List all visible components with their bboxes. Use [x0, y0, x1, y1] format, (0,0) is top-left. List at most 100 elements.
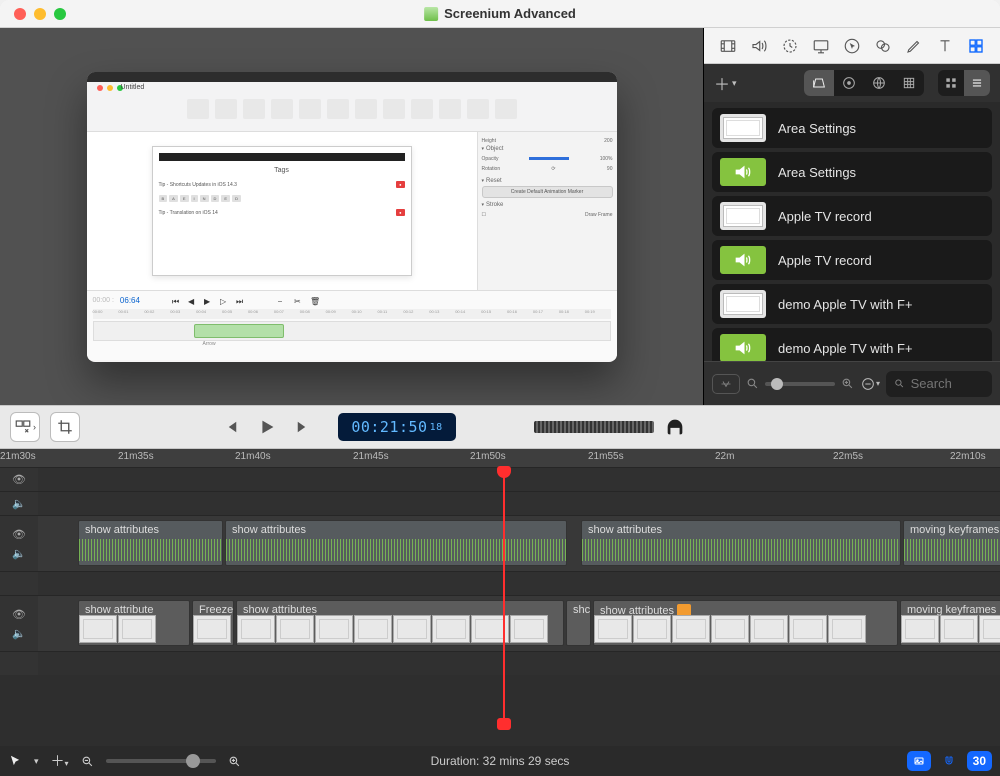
- search-input[interactable]: [911, 376, 984, 391]
- crop-button[interactable]: [50, 412, 80, 442]
- ruler-tick: 21m40s: [235, 451, 271, 462]
- tab-timer-icon[interactable]: [778, 35, 802, 57]
- audio-thumb-icon: [720, 334, 766, 361]
- zoom-in-icon: [841, 377, 854, 390]
- eye-icon[interactable]: 👁: [12, 528, 26, 541]
- ruler-tick: 21m35s: [118, 451, 154, 462]
- timeline-clip[interactable]: show attributes: [78, 520, 223, 566]
- minimize-button[interactable]: [34, 8, 46, 20]
- search-field[interactable]: [886, 371, 992, 397]
- media-item-label: Apple TV record: [778, 209, 872, 224]
- timeline[interactable]: 21m30s 21m35s 21m40s 21m45s 21m50s 21m55s 22m 2…: [0, 449, 1000, 746]
- grid-view-icon[interactable]: [938, 70, 964, 96]
- timeline-clip[interactable]: show attribute: [78, 600, 190, 646]
- fps-badge[interactable]: 30: [967, 751, 992, 771]
- zoom-button[interactable]: [54, 8, 66, 20]
- speaker-icon[interactable]: 🔈: [12, 547, 26, 560]
- media-item[interactable]: demo Apple TV with F+: [712, 284, 992, 324]
- seg-grid-icon[interactable]: [894, 70, 924, 96]
- preview-page-title: Tags: [159, 167, 405, 174]
- play-button[interactable]: [256, 416, 278, 438]
- video-thumb-icon: [720, 114, 766, 142]
- clip-label: moving keyframes: [910, 524, 999, 536]
- audio-track[interactable]: 👁 🔈 show attributes show attributes show at…: [0, 515, 1000, 571]
- window-controls: [14, 8, 66, 20]
- video-thumb-icon: [720, 202, 766, 230]
- tab-audio-icon[interactable]: [747, 35, 771, 57]
- video-thumb-icon: [720, 290, 766, 318]
- timeline-clip[interactable]: show attributes: [236, 600, 564, 646]
- audio-meter: [534, 417, 654, 437]
- layout-button[interactable]: ›: [10, 412, 40, 442]
- media-item[interactable]: Apple TV record: [712, 240, 992, 280]
- timeline-clip[interactable]: show attributes: [581, 520, 901, 566]
- timeline-clip[interactable]: moving keyframes: [903, 520, 1000, 566]
- playhead[interactable]: [503, 467, 505, 729]
- ruler-tick: 21m50s: [470, 451, 506, 462]
- skip-back-button[interactable]: [220, 418, 242, 436]
- timeline-clip[interactable]: show attributes: [225, 520, 567, 566]
- tab-pencil-icon[interactable]: [902, 35, 926, 57]
- eye-icon[interactable]: 👁: [12, 608, 26, 621]
- ruler-tick: 21m55s: [588, 451, 624, 462]
- tool-menu[interactable]: ▾: [34, 756, 39, 767]
- timeline-clip[interactable]: shc: [566, 600, 591, 646]
- seg-music-icon[interactable]: [834, 70, 864, 96]
- ruler-tick: 22m: [715, 451, 734, 462]
- speaker-icon[interactable]: 🔈: [12, 627, 26, 640]
- headphones-icon[interactable]: [664, 416, 686, 438]
- magnet-icon[interactable]: [937, 751, 961, 771]
- clip-label: show attributes: [232, 524, 306, 536]
- timeline-ruler[interactable]: 21m30s 21m35s 21m40s 21m45s 21m50s 21m55s 22m 2…: [0, 449, 1000, 467]
- media-item[interactable]: Apple TV record: [712, 196, 992, 236]
- timecode-display[interactable]: 00:21:5018: [338, 413, 456, 441]
- skip-forward-button[interactable]: [292, 418, 314, 436]
- zoom-slider[interactable]: [106, 759, 216, 763]
- add-button[interactable]: ＋▾: [51, 751, 69, 771]
- tab-shapes-icon[interactable]: [871, 35, 895, 57]
- media-list[interactable]: Area Settings Area Settings Apple TV recor…: [704, 102, 1000, 361]
- tab-text-icon[interactable]: [933, 35, 957, 57]
- preview-doc-name: Untitled: [121, 84, 145, 91]
- zoom-out-icon[interactable]: [81, 755, 94, 768]
- timeline-clip[interactable]: moving keyframes: [900, 600, 1000, 646]
- zoom-in-icon[interactable]: [228, 755, 241, 768]
- eye-icon[interactable]: 👁: [12, 473, 26, 486]
- view-mode-segment[interactable]: [938, 70, 990, 96]
- media-item-label: demo Apple TV with F+: [778, 341, 913, 356]
- ruler-tick: 21m45s: [353, 451, 389, 462]
- media-item[interactable]: Area Settings: [712, 108, 992, 148]
- settings-icon[interactable]: ▾: [860, 376, 880, 392]
- media-item[interactable]: Area Settings: [712, 152, 992, 192]
- seg-web-icon[interactable]: [864, 70, 894, 96]
- audio-thumb-icon: [720, 246, 766, 274]
- ruler-tick: 22m10s: [950, 451, 986, 462]
- video-track[interactable]: 👁🔈 show attributeFreezeshow attributessh…: [0, 595, 1000, 651]
- add-media-button[interactable]: ＋▾: [714, 71, 737, 95]
- close-button[interactable]: [14, 8, 26, 20]
- zoom-icon: [746, 377, 759, 390]
- timeline-clip[interactable]: Freeze: [192, 600, 234, 646]
- tab-cursor-icon[interactable]: [840, 35, 864, 57]
- tab-library-icon[interactable]: [964, 35, 988, 57]
- tab-display-icon[interactable]: [809, 35, 833, 57]
- filter-icon[interactable]: [712, 374, 740, 394]
- clip-label: show attributes: [85, 524, 159, 536]
- preview-viewer: Untitled Tags Tip - Shortcuts: [0, 28, 703, 405]
- window-titlebar: Screenium Advanced: [0, 0, 1000, 28]
- seg-folder-icon[interactable]: [804, 70, 834, 96]
- ruler-tick: 21m30s: [0, 451, 36, 462]
- speaker-icon[interactable]: 🔈: [12, 497, 26, 510]
- media-item[interactable]: demo Apple TV with F+: [712, 328, 992, 361]
- tab-video-icon[interactable]: [716, 35, 740, 57]
- snap-image-icon[interactable]: [907, 751, 931, 771]
- preview-document[interactable]: Untitled Tags Tip - Shortcuts: [87, 72, 617, 362]
- thumbnail-size-slider[interactable]: [765, 382, 835, 386]
- media-item-label: Area Settings: [778, 165, 856, 180]
- list-view-icon[interactable]: [964, 70, 990, 96]
- media-category-segment[interactable]: [804, 70, 924, 96]
- duration-label: Duration: 32 mins 29 secs: [431, 754, 570, 768]
- arrow-tool-icon[interactable]: [8, 754, 22, 768]
- status-bar: ▾ ＋▾ Duration: 32 mins 29 secs 30: [0, 746, 1000, 776]
- timeline-clip[interactable]: show attributes: [593, 600, 898, 646]
